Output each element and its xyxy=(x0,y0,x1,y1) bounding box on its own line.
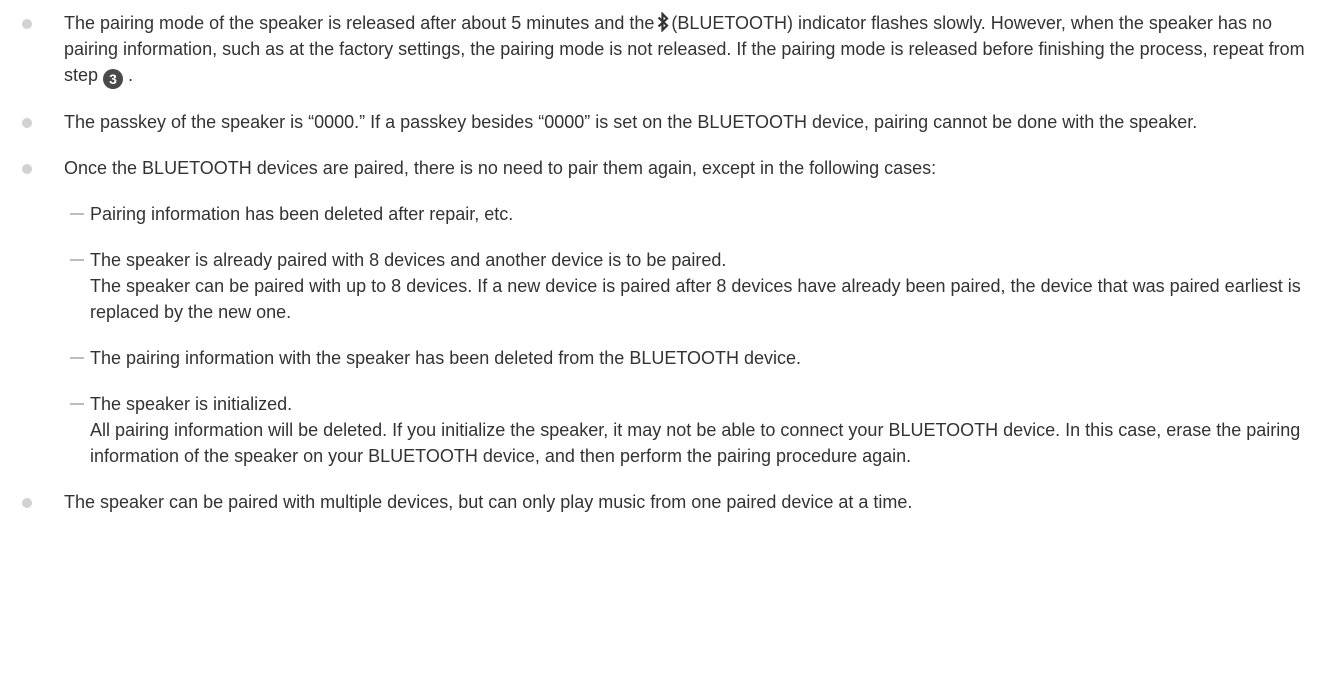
notes-page: The pairing mode of the speaker is relea… xyxy=(0,0,1343,680)
bullet-icon xyxy=(22,164,32,174)
note-text: The pairing mode of the speaker is relea… xyxy=(64,10,1329,89)
bullet-icon xyxy=(22,498,32,508)
bullet-icon xyxy=(22,118,32,128)
step-number-icon: 3 xyxy=(103,69,124,89)
note-repairing-cases: Once the BLUETOOTH devices are paired, t… xyxy=(22,155,1329,469)
note-pairing-mode: The pairing mode of the speaker is relea… xyxy=(22,10,1329,89)
case-title: The pairing information with the speaker… xyxy=(90,348,802,368)
note-multiple-devices: The speaker can be paired with multiple … xyxy=(22,489,1329,515)
case-item: The pairing information with the speaker… xyxy=(70,345,1329,371)
dash-icon xyxy=(70,357,84,359)
dash-icon xyxy=(70,403,84,405)
case-detail: All pairing information will be deleted.… xyxy=(90,420,1301,466)
case-title: Pairing information has been deleted aft… xyxy=(90,204,514,224)
note-text: Once the BLUETOOTH devices are paired, t… xyxy=(64,158,937,178)
dash-icon xyxy=(70,259,84,261)
note-text: The speaker can be paired with multiple … xyxy=(64,492,913,512)
case-list: Pairing information has been deleted aft… xyxy=(64,201,1329,469)
case-detail: The speaker can be paired with up to 8 d… xyxy=(90,276,1301,322)
bluetooth-icon xyxy=(658,12,669,32)
case-item: The speaker is initialized. All pairing … xyxy=(70,391,1329,469)
case-item: The speaker is already paired with 8 dev… xyxy=(70,247,1329,325)
case-title: The speaker is initialized. xyxy=(90,394,293,414)
bullet-icon xyxy=(22,19,32,29)
note-text-part: The pairing mode of the speaker is relea… xyxy=(64,13,655,33)
note-text-part: . xyxy=(128,65,134,85)
case-item: Pairing information has been deleted aft… xyxy=(70,201,1329,227)
dash-icon xyxy=(70,213,84,215)
case-title: The speaker is already paired with 8 dev… xyxy=(90,250,727,270)
note-text: The passkey of the speaker is “0000.” If… xyxy=(64,112,1198,132)
note-passkey: The passkey of the speaker is “0000.” If… xyxy=(22,109,1329,135)
